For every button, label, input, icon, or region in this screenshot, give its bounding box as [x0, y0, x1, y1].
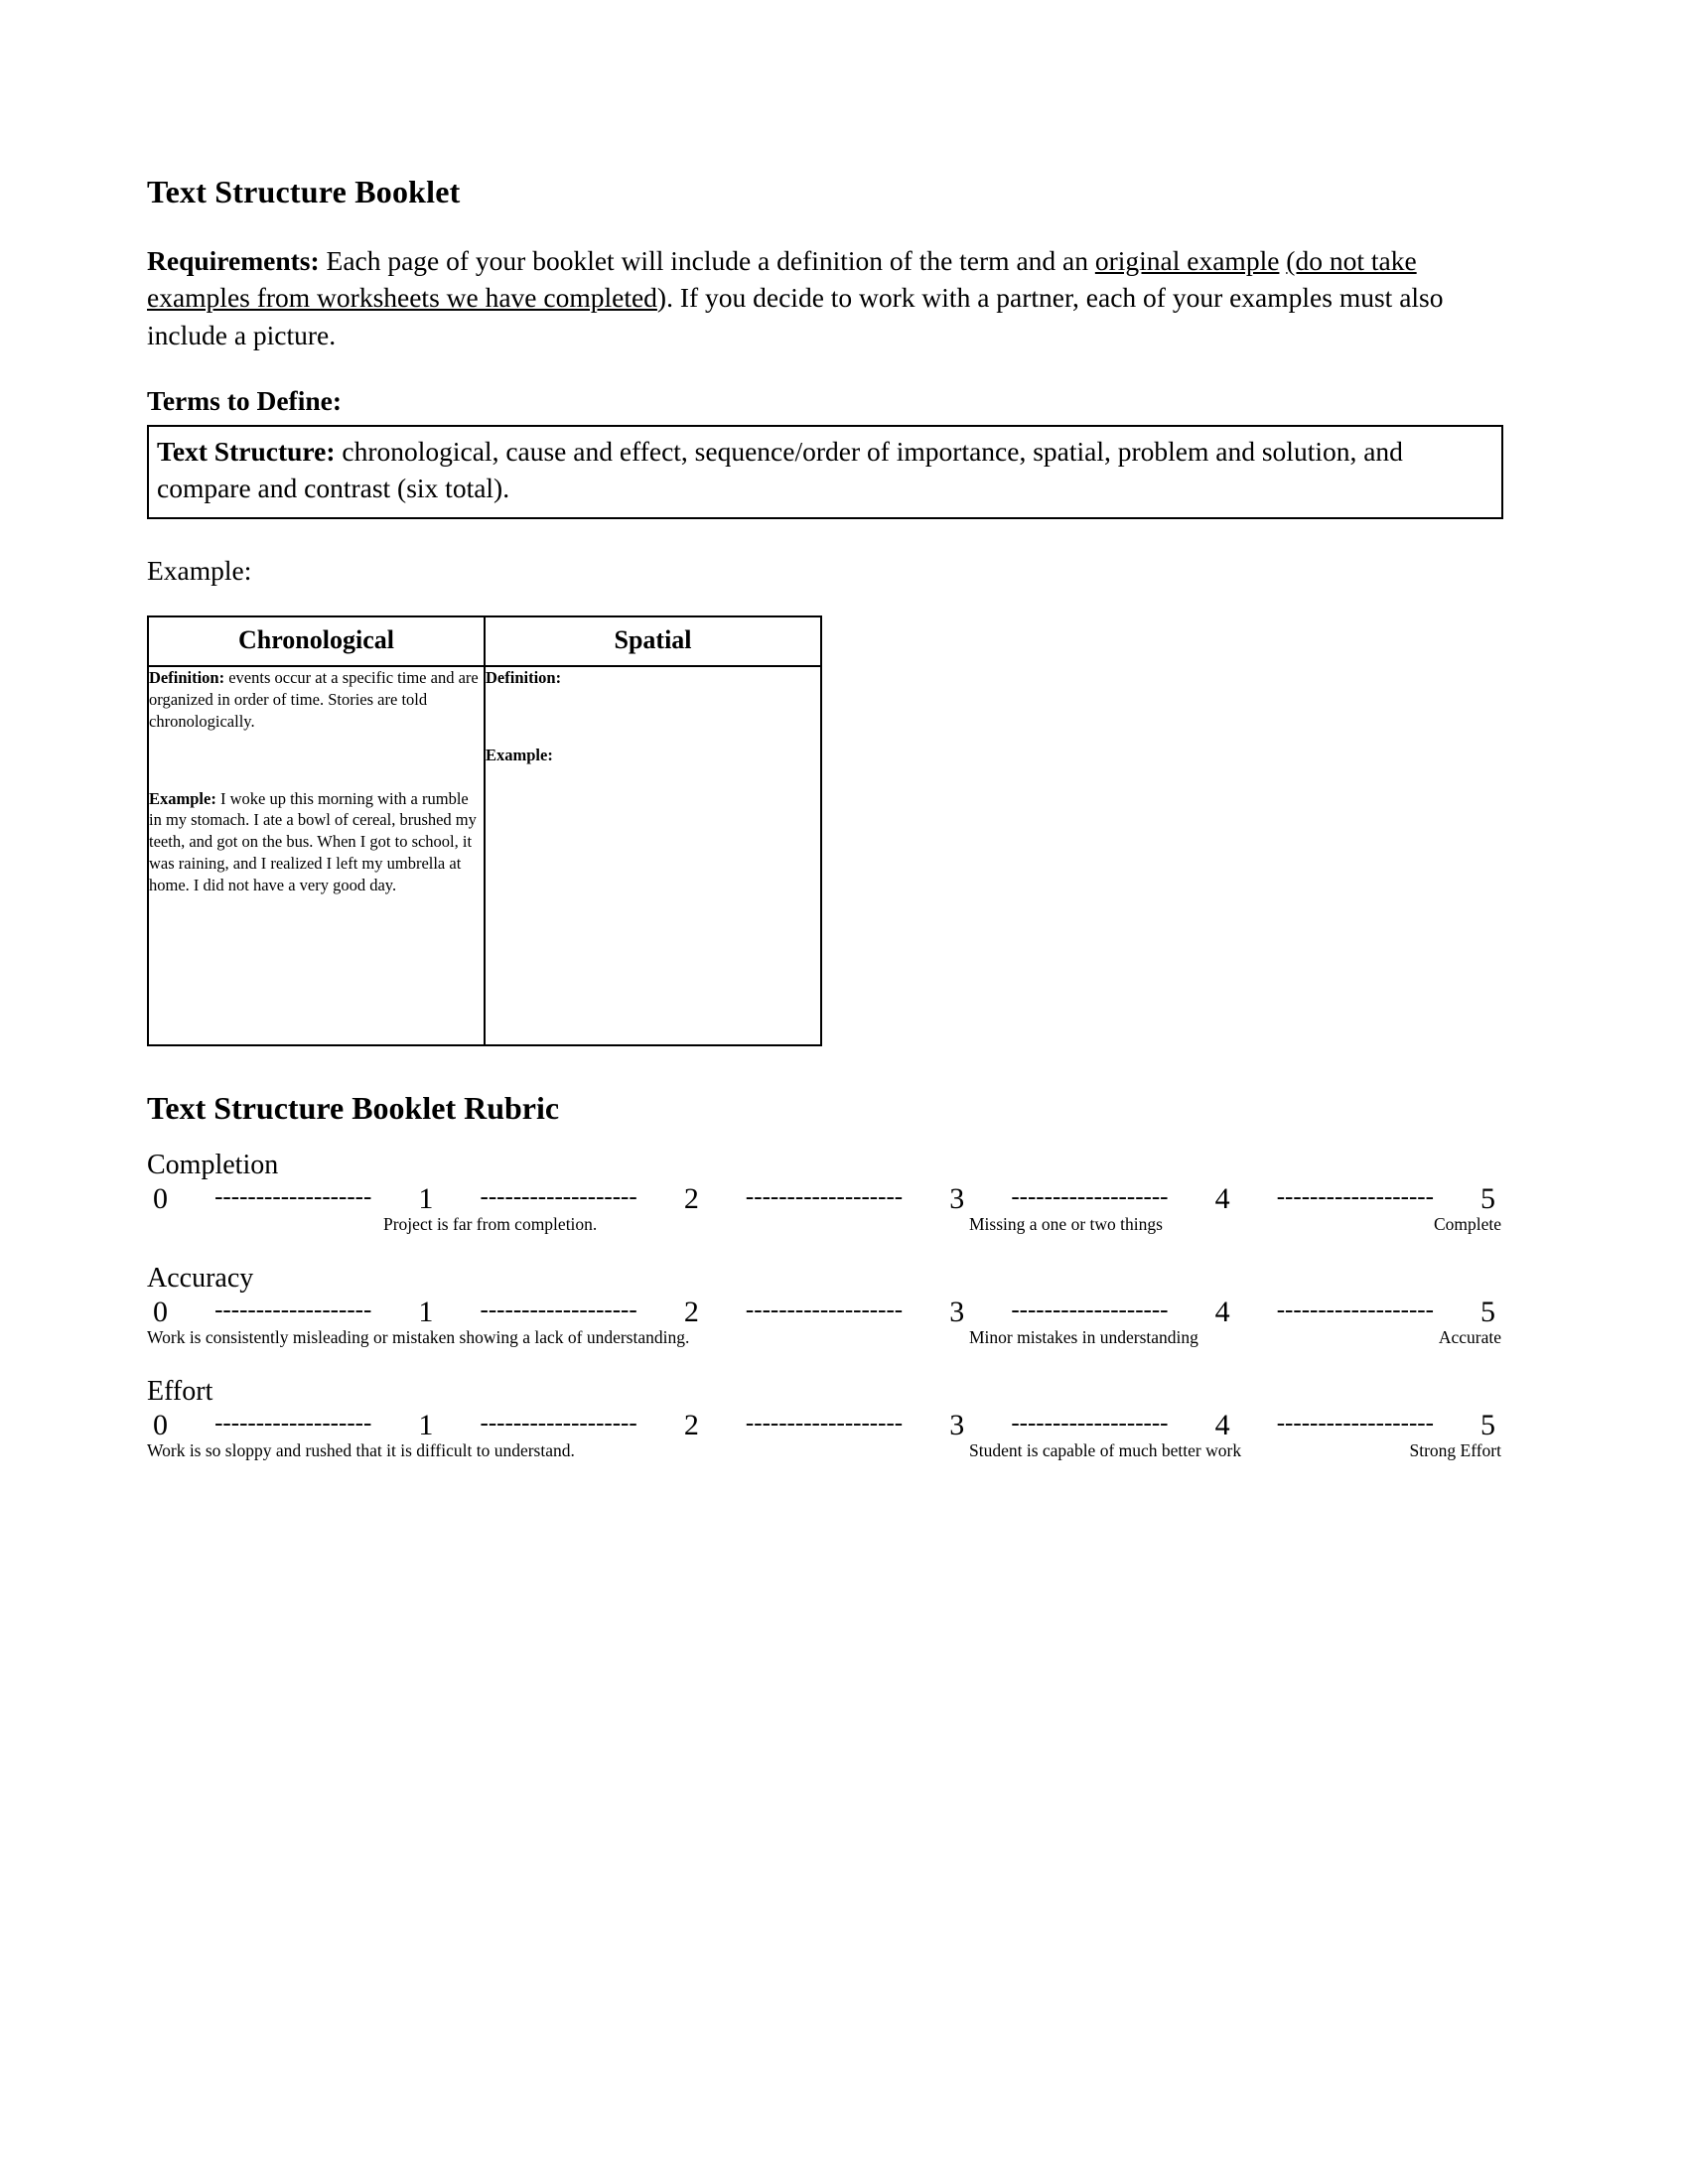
cell-chronological: Definition: events occur at a specific t… [147, 665, 486, 1047]
rubric-category-accuracy: Accuracy [147, 1263, 254, 1295]
caption-high: Accurate [1438, 1327, 1501, 1348]
example-table: Chronological Spatial Definition: events… [147, 615, 822, 1047]
scale-number-3: 3 [949, 1295, 965, 1328]
definition-label: Definition: [149, 668, 225, 688]
table-header-row: Chronological Spatial [147, 615, 822, 667]
caption-low: Work is so sloppy and rushed that it is … [147, 1440, 575, 1461]
scale-number-2: 2 [683, 1295, 699, 1328]
requirements-paragraph: Requirements: Each page of your booklet … [147, 242, 1507, 353]
rubric-captions-completion: Project is far from completion. Missing … [147, 1214, 1501, 1240]
terms-to-define-label: Terms to Define: [147, 384, 343, 416]
column-header-spatial: Spatial [484, 615, 822, 667]
caption-low: Project is far from completion. [383, 1214, 598, 1235]
scale-dashes: ------------------- [745, 1410, 904, 1436]
rubric-captions-effort: Work is so sloppy and rushed that it is … [147, 1440, 1501, 1466]
scale-dashes: ------------------- [1011, 1410, 1169, 1436]
terms-box-label: Text Structure: [157, 435, 336, 467]
scale-number-2: 2 [683, 1408, 699, 1441]
rubric-title: Text Structure Booklet Rubric [147, 1090, 560, 1127]
example-inline-label: Example: [149, 788, 216, 808]
scale-number-5: 5 [1480, 1181, 1496, 1215]
scale-dashes: ------------------- [1276, 1183, 1434, 1210]
spatial-example: Example: [486, 745, 820, 766]
rubric-scale-effort: 0 ------------------- 1 ----------------… [147, 1410, 1501, 1441]
scale-dashes: ------------------- [1276, 1410, 1434, 1436]
caption-mid: Minor mistakes in understanding [969, 1327, 1198, 1348]
scale-number-2: 2 [683, 1181, 699, 1215]
caption-low: Work is consistently misleading or mista… [147, 1327, 690, 1348]
document-page: Text Structure Booklet Requirements: Eac… [0, 0, 1688, 2184]
column-header-chronological: Chronological [147, 615, 486, 667]
scale-number-5: 5 [1480, 1408, 1496, 1441]
scale-number-0: 0 [153, 1408, 168, 1441]
rubric-captions-accuracy: Work is consistently misleading or mista… [147, 1327, 1501, 1353]
scale-number-3: 3 [949, 1408, 965, 1441]
terms-definition-box: Text Structure: chronological, cause and… [147, 424, 1503, 519]
scale-dashes: ------------------- [1276, 1297, 1434, 1323]
scale-number-5: 5 [1480, 1295, 1496, 1328]
rubric-scale-completion: 0 ------------------- 1 ----------------… [147, 1183, 1501, 1215]
scale-number-0: 0 [153, 1295, 168, 1328]
example-label: Example: [147, 554, 252, 586]
table-row: Definition: events occur at a specific t… [147, 665, 822, 1047]
chronological-definition: Definition: events occur at a specific t… [149, 667, 484, 732]
scale-number-1: 1 [418, 1408, 434, 1441]
scale-dashes: ------------------- [1011, 1183, 1169, 1210]
scale-number-4: 4 [1214, 1295, 1230, 1328]
scale-dashes: ------------------- [480, 1297, 637, 1323]
page-title: Text Structure Booklet [147, 174, 461, 209]
rubric-row-completion: Completion 0 ------------------- 1 -----… [147, 1149, 1537, 1240]
definition-label: Definition: [486, 668, 562, 688]
requirements-underlined-1: original example [1094, 244, 1280, 276]
rubric-row-effort: Effort 0 ------------------- 1 ---------… [147, 1375, 1537, 1466]
rubric-scale-accuracy: 0 ------------------- 1 ----------------… [147, 1297, 1501, 1328]
scale-dashes: ------------------- [745, 1183, 904, 1210]
rubric-category-effort: Effort [147, 1376, 213, 1408]
scale-number-1: 1 [418, 1295, 434, 1328]
scale-dashes: ------------------- [480, 1410, 637, 1436]
scale-number-1: 1 [418, 1181, 434, 1215]
spatial-definition: Definition: [486, 667, 820, 689]
scale-dashes: ------------------- [214, 1183, 372, 1210]
chronological-example: Example: I woke up this morning with a r… [149, 788, 484, 896]
rubric-category-completion: Completion [147, 1150, 279, 1181]
scale-number-4: 4 [1214, 1181, 1230, 1215]
scale-number-3: 3 [949, 1181, 965, 1215]
scale-number-4: 4 [1214, 1408, 1230, 1441]
example-inline-label: Example: [486, 746, 553, 765]
scale-number-0: 0 [153, 1181, 168, 1215]
rubric-row-accuracy: Accuracy 0 ------------------- 1 -------… [147, 1262, 1537, 1353]
cell-spatial: Definition: Example: [484, 665, 822, 1047]
terms-box-text: chronological, cause and effect, sequenc… [157, 435, 1403, 504]
scale-dashes: ------------------- [214, 1297, 372, 1323]
caption-high: Complete [1433, 1214, 1501, 1235]
scale-dashes: ------------------- [214, 1410, 372, 1436]
scale-dashes: ------------------- [1011, 1297, 1169, 1323]
scale-dashes: ------------------- [480, 1183, 637, 1210]
scale-dashes: ------------------- [745, 1297, 904, 1323]
caption-high: Strong Effort [1409, 1440, 1501, 1461]
requirements-text-1: Each page of your booklet will include a… [319, 244, 1095, 276]
requirements-label: Requirements: [147, 244, 320, 276]
document-content: Text Structure Booklet Requirements: Eac… [147, 174, 1537, 1488]
caption-mid: Missing a one or two things [969, 1214, 1163, 1235]
caption-mid: Student is capable of much better work [969, 1440, 1242, 1461]
